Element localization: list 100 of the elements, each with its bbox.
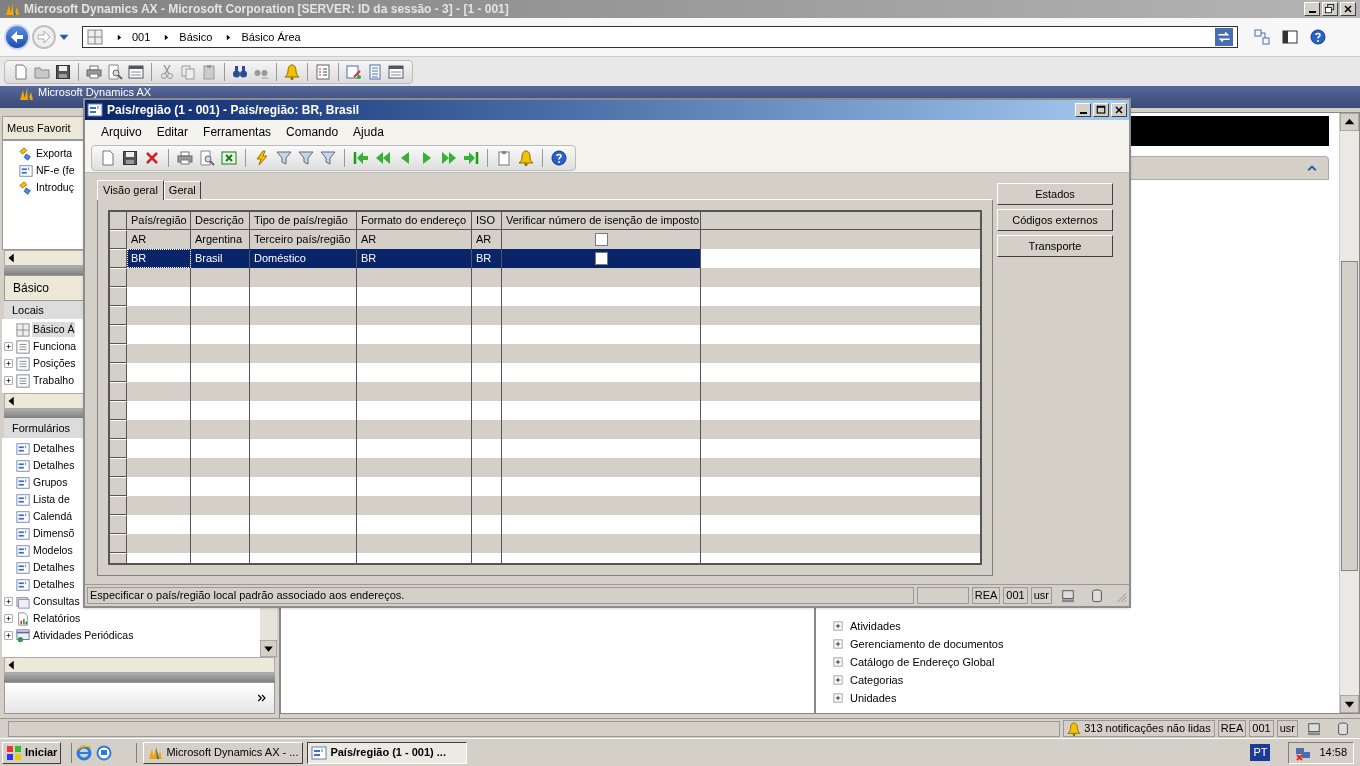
menu-item[interactable]: Comando xyxy=(286,122,339,141)
row-selector[interactable] xyxy=(110,477,127,496)
column-header[interactable]: Descrição xyxy=(191,212,250,229)
paste-icon[interactable] xyxy=(201,63,217,80)
next-page-icon[interactable] xyxy=(441,149,457,166)
breadcrumb-item[interactable]: 001 xyxy=(132,28,151,46)
expand-icon[interactable] xyxy=(832,674,844,686)
alert-bell-icon[interactable] xyxy=(518,149,534,166)
breadcrumb-item[interactable]: Básico Área xyxy=(241,28,301,46)
breadcrumb-item[interactable]: Básico xyxy=(179,28,213,46)
tree-item[interactable]: Catálogo de Endereço Global xyxy=(850,653,995,671)
desktop-icon[interactable] xyxy=(96,744,113,761)
tab[interactable]: Geral xyxy=(163,181,201,199)
new-window-icon[interactable] xyxy=(128,63,144,80)
tree-item[interactable]: Atividades xyxy=(850,617,901,635)
checklist-icon[interactable] xyxy=(315,63,331,80)
action-button[interactable]: Transporte xyxy=(997,235,1113,257)
windows-icon[interactable] xyxy=(1254,29,1270,45)
nav-item[interactable]: Detalhes xyxy=(32,440,76,457)
refresh-icon[interactable] xyxy=(1215,28,1233,46)
nav-item[interactable]: Básico Á xyxy=(32,321,76,338)
row-selector[interactable] xyxy=(110,249,127,268)
nav-item[interactable]: Introduç xyxy=(35,179,75,196)
nav-item[interactable]: NF-e (fe xyxy=(35,162,76,179)
filter-lightning-icon[interactable] xyxy=(254,149,270,166)
nav-item[interactable]: Atividades Periódicas xyxy=(32,627,135,644)
column-header[interactable]: País/região xyxy=(127,212,191,229)
row-selector[interactable] xyxy=(110,325,127,344)
expand-icon[interactable] xyxy=(832,620,844,632)
nav-item[interactable]: Detalhes xyxy=(32,576,76,593)
spreadsheet-icon[interactable] xyxy=(221,149,237,166)
nav-item[interactable]: Calendá xyxy=(32,508,74,525)
expand-icon[interactable] xyxy=(832,656,844,668)
address-bar[interactable]: 001 Básico Básico Área xyxy=(82,26,1238,48)
help-icon[interactable] xyxy=(551,149,567,166)
vertical-scrollbar[interactable] xyxy=(1339,113,1359,713)
expand-icon[interactable] xyxy=(3,341,14,352)
new-document-icon[interactable] xyxy=(100,149,116,166)
row-selector[interactable] xyxy=(110,420,127,439)
row-selector[interactable] xyxy=(110,496,127,515)
alert-bell-icon[interactable] xyxy=(284,63,300,80)
row-selector[interactable] xyxy=(110,287,127,306)
menu-item[interactable]: Ajuda xyxy=(353,122,384,141)
close-button[interactable] xyxy=(1111,103,1127,117)
nav-item[interactable]: Modelos xyxy=(32,542,74,559)
row-selector[interactable] xyxy=(110,534,127,553)
last-record-icon[interactable] xyxy=(463,149,479,166)
restore-button[interactable] xyxy=(1322,2,1338,16)
expand-icon[interactable] xyxy=(3,630,14,641)
expand-icon[interactable] xyxy=(3,375,14,386)
row-selector[interactable] xyxy=(110,306,127,325)
row-selector[interactable] xyxy=(110,268,127,287)
column-header[interactable]: Verificar número de isenção de imposto xyxy=(502,212,701,229)
expand-icon[interactable] xyxy=(3,358,14,369)
row-selector[interactable] xyxy=(110,363,127,382)
print-icon[interactable] xyxy=(86,63,102,80)
row-selector[interactable] xyxy=(110,515,127,534)
print-icon[interactable] xyxy=(177,149,193,166)
browser-icon[interactable] xyxy=(76,744,93,761)
minimize-button[interactable] xyxy=(1075,103,1091,117)
row-selector[interactable] xyxy=(110,401,127,420)
expand-icon[interactable] xyxy=(3,613,14,624)
action-button[interactable]: Estados xyxy=(997,183,1113,205)
nav-item[interactable]: Dimensõ xyxy=(32,525,76,542)
edit-document-icon[interactable] xyxy=(346,63,362,80)
horizontal-scrollbar[interactable] xyxy=(4,657,275,673)
column-header[interactable]: Formato do endereço xyxy=(357,212,472,229)
row-selector[interactable] xyxy=(110,439,127,458)
expand-icon[interactable] xyxy=(832,692,844,704)
chevron-double-right-icon[interactable] xyxy=(256,692,268,704)
panel-icon[interactable] xyxy=(1282,29,1298,45)
menu-item[interactable]: Editar xyxy=(156,122,189,141)
tab[interactable]: Visão geral xyxy=(97,180,164,200)
window-icon[interactable] xyxy=(388,63,404,80)
save-icon[interactable] xyxy=(55,63,71,80)
nav-item[interactable]: Trabalho xyxy=(32,372,76,389)
expand-icon[interactable] xyxy=(832,638,844,650)
find-icon[interactable] xyxy=(232,63,248,80)
row-selector[interactable] xyxy=(110,230,127,249)
new-document-icon[interactable] xyxy=(13,63,29,80)
save-icon[interactable] xyxy=(122,149,138,166)
language-indicator[interactable]: PT xyxy=(1250,744,1271,761)
nav-item[interactable]: Lista de xyxy=(32,491,71,508)
start-button[interactable]: Iniciar xyxy=(2,741,62,764)
checkbox[interactable] xyxy=(594,233,608,246)
help-icon[interactable] xyxy=(1310,29,1326,45)
nav-item[interactable]: Posições xyxy=(32,355,77,372)
first-record-icon[interactable] xyxy=(353,149,369,166)
menu-item[interactable]: Ferramentas xyxy=(203,122,272,141)
close-button[interactable] xyxy=(1340,2,1356,16)
print-preview-icon[interactable] xyxy=(199,149,215,166)
app-menu[interactable]: Microsoft Dynamics AX xyxy=(38,86,152,98)
delete-icon[interactable] xyxy=(144,149,160,166)
tree-item[interactable]: Categorias xyxy=(850,671,904,689)
nav-item[interactable]: Funciona xyxy=(32,338,78,355)
column-header[interactable]: Tipo de país/região xyxy=(250,212,357,229)
previous-page-icon[interactable] xyxy=(375,149,391,166)
maximize-button[interactable] xyxy=(1093,103,1109,117)
row-selector[interactable] xyxy=(110,344,127,363)
back-button[interactable] xyxy=(4,24,30,50)
